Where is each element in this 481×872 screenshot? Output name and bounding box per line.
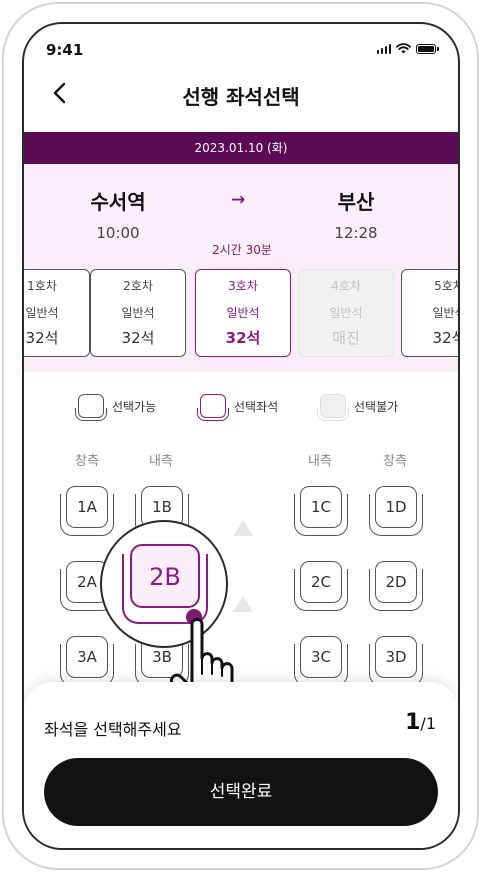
status-icons — [376, 43, 439, 54]
seat-number: 2C — [300, 561, 342, 603]
legend-label: 선택좌석 — [234, 399, 279, 414]
status-time: 9:41 — [46, 41, 84, 59]
car-seats: 32석 — [25, 329, 59, 347]
aisle-triangle-icon — [233, 520, 253, 536]
total-count: /1 — [420, 714, 436, 733]
legend-label: 선택가능 — [112, 399, 157, 414]
car-seats: 32석 — [121, 329, 155, 347]
seat-2D[interactable]: 2D — [369, 561, 423, 611]
car-name: 5호차 — [434, 279, 458, 293]
car-class: 일반석 — [25, 306, 59, 320]
car-name: 2호차 — [123, 279, 153, 293]
seat-available-icon — [75, 394, 107, 421]
seat-1D[interactable]: 1D — [369, 486, 423, 536]
seat-unavailable-icon — [317, 394, 349, 421]
trip-duration: 2시간 30분 — [212, 243, 272, 257]
seat-number: 1A — [66, 486, 108, 528]
car-seats: 32석 — [225, 329, 261, 347]
travel-date-banner: 2023.01.10 (화) — [24, 132, 458, 164]
column-label-window: 창측 — [75, 454, 99, 469]
car-seats: 32석 — [432, 329, 458, 347]
car-tab-5[interactable]: 5호차 일반석 32석 — [401, 269, 458, 357]
column-label-aisle: 내측 — [308, 454, 332, 469]
departure-station: 수서역 — [90, 190, 146, 214]
seat-1A[interactable]: 1A — [60, 486, 114, 536]
seat-number: 2B — [130, 544, 200, 608]
legend-available: 선택가능 — [75, 394, 157, 421]
arrow-right-icon: → — [231, 190, 246, 210]
bottom-sheet: 좌석을 선택해주세요 1/1 선택완료 — [24, 682, 458, 848]
seat-number: 1D — [375, 486, 417, 528]
car-class: 일반석 — [226, 306, 260, 320]
selection-prompt: 좌석을 선택해주세요 — [44, 720, 182, 739]
seat-2C[interactable]: 2C — [294, 561, 348, 611]
battery-icon — [416, 43, 439, 54]
arrival-time: 12:28 — [334, 224, 378, 242]
car-tab-4: 4호차 일반석 매진 — [298, 269, 394, 357]
selected-count: 1 — [405, 710, 421, 735]
aisle-triangle-icon — [233, 596, 253, 612]
seat-number: 2D — [375, 561, 417, 603]
confirm-selection-button[interactable]: 선택완료 — [44, 758, 438, 826]
car-class: 일반석 — [432, 306, 458, 320]
seat-number: 1C — [300, 486, 342, 528]
legend-unavailable: 선택불가 — [317, 394, 399, 421]
seat-selected-icon — [197, 394, 229, 421]
column-label-window: 창측 — [383, 454, 407, 469]
car-tab-2[interactable]: 2호차 일반석 32석 — [90, 269, 186, 357]
seat-legend: 선택가능 선택좌석 선택불가 — [24, 394, 458, 421]
arrival-info: 부산 12:28 — [296, 186, 416, 242]
seat-number: 3C — [300, 636, 342, 678]
seat-3A[interactable]: 3A — [60, 636, 114, 686]
legend-label: 선택불가 — [354, 399, 399, 414]
departure-time: 10:00 — [96, 224, 140, 242]
wifi-icon — [396, 43, 411, 54]
seat-number: 3A — [66, 636, 108, 678]
car-name: 4호차 — [331, 279, 361, 293]
car-name: 3호차 — [228, 279, 258, 293]
column-label-aisle: 내측 — [149, 454, 173, 469]
car-tab-1[interactable]: 1호차 일반석 32석 — [24, 269, 90, 357]
seat-3D[interactable]: 3D — [369, 636, 423, 686]
app-screen: 9:41 선행 좌석선택 2023.01.10 (화) 수서역 10:00 → … — [22, 22, 460, 850]
departure-info: 수서역 10:00 — [58, 186, 178, 242]
selection-counter: 1/1 — [405, 710, 436, 735]
car-selector: 1호차 일반석 32석 2호차 일반석 32석 3호차 일반석 32석 4호차 … — [24, 269, 458, 357]
signal-icon — [376, 43, 391, 54]
car-tab-3[interactable]: 3호차 일반석 32석 — [195, 269, 291, 357]
legend-selected: 선택좌석 — [197, 394, 279, 421]
car-seats: 매진 — [332, 329, 360, 347]
seat-1C[interactable]: 1C — [294, 486, 348, 536]
trip-summary-panel: 수서역 10:00 → 2시간 30분 부산 12:28 1호차 일반석 32석… — [24, 164, 458, 372]
arrival-station: 부산 — [337, 190, 375, 214]
car-class: 일반석 — [121, 306, 155, 320]
page-title: 선행 좌석선택 — [182, 85, 300, 109]
car-class: 일반석 — [329, 306, 363, 320]
seat-3C[interactable]: 3C — [294, 636, 348, 686]
car-name: 1호차 — [27, 279, 57, 293]
seat-number: 3D — [375, 636, 417, 678]
